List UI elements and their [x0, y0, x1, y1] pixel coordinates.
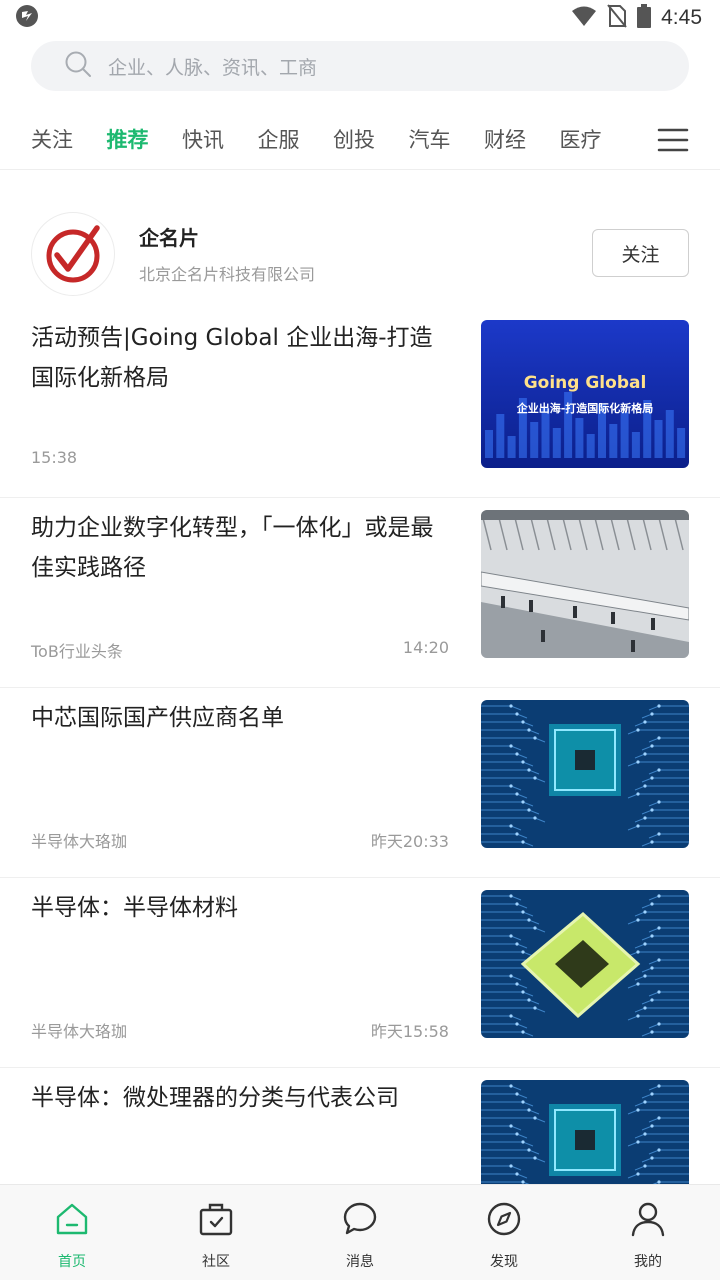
- channel-tab-strip: 关注推荐快讯企服创投汽车财经医疗科: [31, 112, 643, 168]
- tab-0[interactable]: 关注: [31, 112, 107, 168]
- article-thumbnail: [481, 510, 689, 658]
- tabs-fade: [600, 112, 650, 168]
- tab-4[interactable]: 创投: [333, 112, 409, 168]
- company-name: 企名片: [139, 226, 199, 250]
- article-time: 昨天15:58: [370, 1022, 449, 1041]
- nav-item-3[interactable]: 发现: [432, 1185, 576, 1280]
- bottom-nav: 首页 社区 消息 发现 我的: [0, 1184, 720, 1280]
- article-title: 半导体：半导体材料: [31, 895, 238, 921]
- company-card[interactable]: 企名片 北京企名片科技有限公司 关注: [0, 198, 720, 308]
- channel-tabs: 关注推荐快讯企服创投汽车财经医疗科: [0, 112, 720, 170]
- tab-3[interactable]: 企服: [258, 112, 334, 168]
- banner-headline: Going Global: [524, 373, 647, 393]
- article-item[interactable]: 中芯国际国产供应商名单半导体大珞珈 昨天20:33: [0, 688, 720, 878]
- article-thumbnail: [481, 890, 689, 1038]
- article-title: 半导体：微处理器的分类与代表公司: [31, 1085, 399, 1111]
- article-item[interactable]: 助力企业数字化转型，「一体化」或是最佳实践路径 ToB行业头条 14:20: [0, 498, 720, 688]
- article-title: 活动预告|Going Global 企业出海-打造国际化新格局: [31, 325, 433, 391]
- company-logo: [31, 212, 115, 296]
- tab-1[interactable]: 推荐: [107, 112, 183, 168]
- banner-subline: 企业出海-打造国际化新格局: [516, 401, 654, 415]
- status-time: 4:45: [661, 6, 702, 29]
- app-notification-icon: [14, 3, 40, 33]
- company-logo-mark: [46, 225, 100, 283]
- channel-menu-icon[interactable]: [656, 126, 690, 154]
- no-sim-icon: [607, 4, 627, 32]
- article-thumbnail: Going Global 企业出海-打造国际化新格局: [481, 320, 689, 468]
- search-input[interactable]: 企业、人脉、资讯、工商: [31, 41, 689, 91]
- article-source: 半导体大珞珈: [31, 1022, 128, 1041]
- article-source: ToB行业头条: [31, 642, 123, 661]
- nav-item-1[interactable]: 社区: [144, 1185, 288, 1280]
- article-list: 活动预告|Going Global 企业出海-打造国际化新格局 15:38 Goin…: [0, 308, 720, 1258]
- article-time: 14:20: [402, 638, 449, 657]
- nav-label: 首页: [58, 1254, 86, 1270]
- article-thumbnail: [481, 700, 689, 848]
- nav-item-4[interactable]: 我的: [576, 1185, 720, 1280]
- tab-2[interactable]: 快讯: [182, 112, 258, 168]
- nav-label: 社区: [202, 1254, 230, 1270]
- article-source: 半导体大珞珈: [31, 832, 128, 851]
- wifi-icon: [571, 5, 597, 31]
- status-bar: 4:45: [0, 0, 720, 36]
- community-bag-icon: [198, 1201, 234, 1241]
- article-time: 15:38: [31, 448, 78, 467]
- article-title: 中芯国际国产供应商名单: [31, 705, 284, 731]
- battery-icon: [637, 4, 652, 32]
- home-icon: [54, 1201, 90, 1241]
- compass-icon: [486, 1201, 522, 1241]
- article-title: 助力企业数字化转型，「一体化」或是最佳实践路径: [31, 515, 434, 581]
- nav-item-0[interactable]: 首页: [0, 1185, 144, 1280]
- follow-button[interactable]: 关注: [592, 229, 689, 277]
- search-icon: [64, 50, 92, 82]
- search-placeholder: 企业、人脉、资讯、工商: [108, 56, 318, 79]
- nav-item-2[interactable]: 消息: [288, 1185, 432, 1280]
- message-bubble-icon: [342, 1201, 378, 1241]
- tab-6[interactable]: 财经: [484, 112, 560, 168]
- company-subtitle: 北京企名片科技有限公司: [139, 265, 316, 284]
- article-item[interactable]: 活动预告|Going Global 企业出海-打造国际化新格局 15:38 Goin…: [0, 308, 720, 498]
- nav-label: 我的: [634, 1254, 662, 1270]
- tab-5[interactable]: 汽车: [409, 112, 485, 168]
- article-time: 昨天20:33: [370, 832, 449, 851]
- profile-icon: [630, 1201, 666, 1241]
- article-item[interactable]: 半导体：半导体材料半导体大珞珈 昨天15:58: [0, 878, 720, 1068]
- nav-label: 消息: [346, 1254, 374, 1270]
- nav-label: 发现: [490, 1254, 518, 1270]
